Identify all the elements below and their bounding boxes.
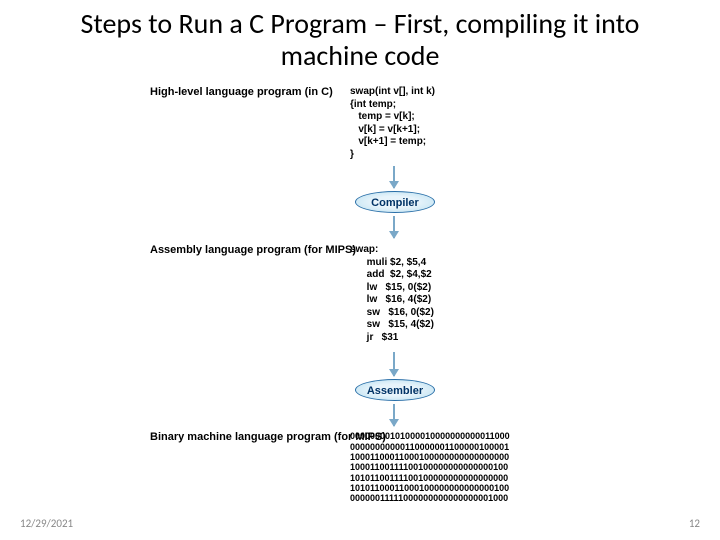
slide-title: Steps to Run a C Program – First, compil… xyxy=(0,0,720,76)
footer-date: 12/29/2021 xyxy=(20,517,73,530)
code-hll: swap(int v[], int k) {int temp; temp = v… xyxy=(350,86,435,161)
arrow-compiler-to-asm xyxy=(393,216,395,238)
stage-assembler: Assembler xyxy=(355,379,435,401)
code-asm: swap: muli $2, $5,4 add $2, $4,$2 lw $15… xyxy=(350,244,434,344)
label-asm: Assembly language program (for MIPS) xyxy=(150,244,356,257)
code-bin: 00000000101000010000000000011000 0000000… xyxy=(350,431,510,503)
compilation-flow-diagram: High-level language program (in C) swap(… xyxy=(110,76,610,506)
arrow-asm-to-assembler xyxy=(393,352,395,376)
stage-compiler: Compiler xyxy=(355,191,435,213)
arrow-hll-to-compiler xyxy=(393,166,395,188)
label-hll: High-level language program (in C) xyxy=(150,86,333,99)
arrow-assembler-to-bin xyxy=(393,404,395,426)
footer-page-number: 12 xyxy=(689,517,700,530)
